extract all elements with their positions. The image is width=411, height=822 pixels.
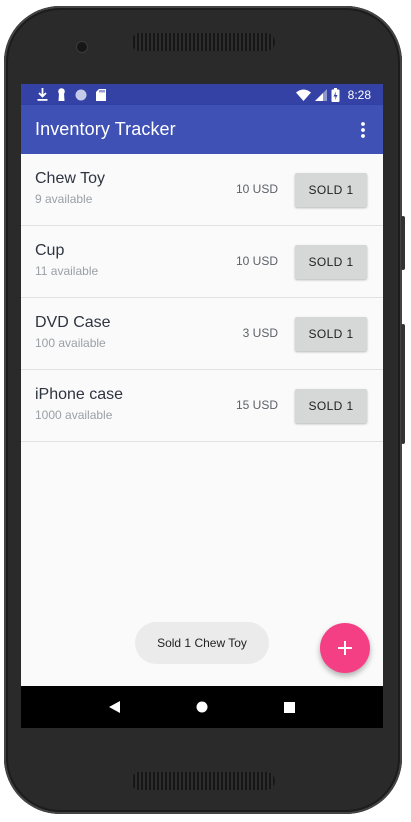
app-title: Inventory Tracker [35,119,176,139]
product-price: 10 USD [235,182,278,196]
product-row-chew-toy[interactable]: Chew Toy 9 available 10 USD SOLD 1 [21,154,383,226]
product-list: Chew Toy 9 available 10 USD SOLD 1 Cup 1… [21,154,383,442]
sold-one-button[interactable]: SOLD 1 [295,173,367,207]
toast-message: Sold 1 Chew Toy [135,622,269,664]
add-product-button[interactable] [320,623,370,673]
top-speaker [131,33,275,51]
sold-one-button[interactable]: SOLD 1 [295,389,367,423]
product-availability: 100 available [35,336,106,350]
circle-icon [75,89,87,101]
product-name: Cup [35,242,65,259]
power-button [401,324,405,444]
overflow-menu-icon[interactable] [351,118,375,142]
product-availability: 1000 available [35,408,113,422]
product-row-dvd-case[interactable]: DVD Case 100 available 3 USD SOLD 1 [21,298,383,370]
sold-one-button[interactable]: SOLD 1 [295,245,367,279]
app-bar: Inventory Tracker [21,105,383,154]
recents-icon[interactable] [274,692,304,722]
download-icon [37,88,48,101]
plus-icon [338,641,352,655]
cell-signal-icon [314,88,327,101]
product-price: 3 USD [242,326,278,340]
product-price: 15 USD [235,398,278,412]
product-name: Chew Toy [35,170,105,187]
product-row-cup[interactable]: Cup 11 available 10 USD SOLD 1 [21,226,383,298]
device-screen: 8:28 Inventory Tracker Chew Toy 9 availa… [21,84,383,728]
status-time: 8:28 [347,87,371,102]
wifi-icon [295,89,311,101]
product-name: iPhone case [35,386,124,403]
product-availability: 11 available [35,264,99,278]
product-name: DVD Case [35,314,111,331]
product-price: 10 USD [235,254,278,268]
keyhole-icon [57,88,66,101]
status-bar: 8:28 [21,84,383,105]
product-availability: 9 available [35,192,93,206]
sold-one-button[interactable]: SOLD 1 [295,317,367,351]
navigation-bar [21,686,383,728]
product-row-iphone-case[interactable]: iPhone case 1000 available 15 USD SOLD 1 [21,370,383,442]
back-icon[interactable] [100,692,130,722]
volume-button [401,216,405,270]
bottom-speaker [131,772,275,790]
battery-icon [331,87,340,102]
front-camera [77,42,87,52]
home-icon[interactable] [187,692,217,722]
sd-card-icon [96,88,106,101]
